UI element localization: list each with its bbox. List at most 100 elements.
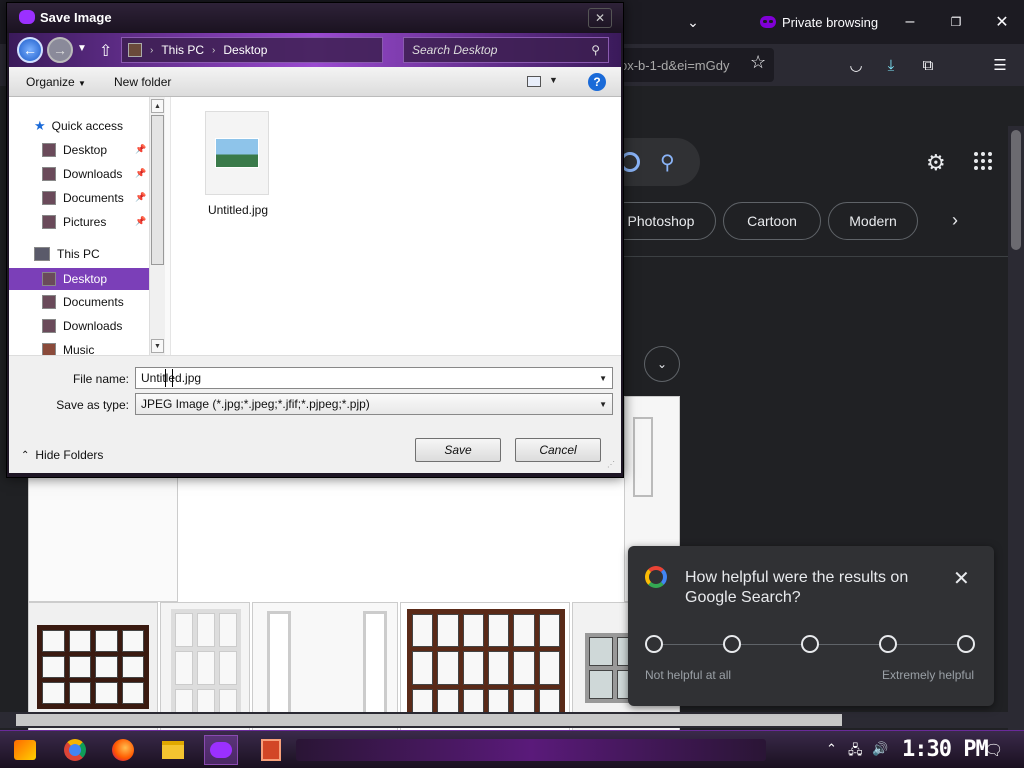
- resize-grip-icon[interactable]: ⋰: [607, 460, 615, 469]
- this-pc-icon: [128, 43, 142, 57]
- image-result[interactable]: [400, 602, 570, 730]
- rating-option-2[interactable]: [723, 635, 741, 653]
- save-type-select[interactable]: JPEG Image (*.jpg;*.jpeg;*.jfif;*.pjpeg;…: [135, 393, 613, 415]
- network-icon[interactable]: 🖧: [848, 741, 863, 763]
- taskbar-private-browser[interactable]: [204, 735, 238, 765]
- search-placeholder: Search Desktop: [412, 43, 498, 57]
- google-apps-icon[interactable]: [974, 152, 992, 170]
- up-arrow-icon[interactable]: ⇧: [99, 41, 112, 61]
- rating-option-1[interactable]: [645, 635, 663, 653]
- restore-button[interactable]: ❐: [944, 12, 968, 32]
- taskbar-powerpoint[interactable]: [254, 735, 288, 765]
- image-result[interactable]: [28, 602, 158, 730]
- downloads-icon[interactable]: ⤓: [880, 54, 902, 76]
- dialog-command-bar: Organize ▼ New folder ▼ ?: [9, 67, 621, 97]
- organize-button[interactable]: Organize ▼: [26, 75, 86, 89]
- breadcrumb-desktop[interactable]: Desktop: [223, 43, 267, 57]
- pocket-icon[interactable]: ◡: [845, 54, 867, 76]
- dialog-save-options: File name: Untitled.jpg ▼ Save as type: …: [9, 355, 621, 473]
- minimize-button[interactable]: –: [898, 12, 922, 32]
- private-mask-icon: [760, 16, 776, 28]
- tray-overflow-chevron-icon[interactable]: ⌃: [826, 741, 837, 757]
- chips-next-arrow-icon[interactable]: ›: [952, 210, 958, 231]
- feedback-question: How helpful were the results on Google S…: [685, 569, 909, 606]
- dialog-close-button[interactable]: ✕: [588, 8, 612, 28]
- nav-quick-desktop[interactable]: Desktop 📌: [9, 139, 149, 161]
- extensions-icon[interactable]: ⧉: [917, 54, 939, 76]
- folder-icon: [162, 741, 184, 759]
- menu-hamburger-icon[interactable]: ☰: [989, 54, 1011, 76]
- star-icon: ★: [34, 118, 46, 133]
- nav-pc-desktop[interactable]: Desktop: [9, 268, 149, 290]
- image-result[interactable]: [252, 602, 398, 730]
- save-button[interactable]: Save: [415, 438, 501, 462]
- address-breadcrumb[interactable]: › This PC › Desktop: [121, 37, 383, 63]
- settings-gear-icon[interactable]: ⚙: [926, 150, 946, 176]
- help-icon[interactable]: ?: [588, 73, 606, 91]
- google-search-icon[interactable]: ⚲: [660, 150, 675, 175]
- image-file-icon: [215, 138, 259, 168]
- chrome-icon: [64, 739, 86, 761]
- bookmark-star-icon[interactable]: ☆: [750, 52, 766, 73]
- change-view-icon[interactable]: [527, 76, 541, 87]
- file-name-input[interactable]: Untitled.jpg ▼: [135, 367, 613, 389]
- close-window-button[interactable]: ✕: [990, 12, 1014, 32]
- scroll-up-arrow-icon[interactable]: ▲: [151, 99, 164, 113]
- recent-locations-chevron-icon[interactable]: ▼: [77, 43, 87, 54]
- rating-option-3[interactable]: [801, 635, 819, 653]
- page-vertical-scrollbar[interactable]: [1008, 126, 1024, 730]
- nav-pc-music[interactable]: Music: [9, 339, 149, 355]
- nav-this-pc[interactable]: This PC: [9, 243, 149, 265]
- firefox-icon: [112, 739, 134, 761]
- cancel-button[interactable]: Cancel: [515, 438, 601, 462]
- nav-quick-access[interactable]: ★ Quick access: [9, 115, 149, 137]
- pictures-folder-icon: [42, 215, 56, 229]
- new-folder-button[interactable]: New folder: [114, 75, 171, 89]
- dialog-app-icon: [19, 10, 35, 24]
- powerpoint-icon: [261, 739, 281, 761]
- back-arrow-icon[interactable]: ←: [17, 37, 43, 63]
- breadcrumb-this-pc[interactable]: This PC: [161, 43, 204, 57]
- pin-icon: 📌: [135, 192, 147, 202]
- list-tabs-chevron-icon[interactable]: ⌄: [682, 12, 704, 32]
- scrollbar-thumb[interactable]: [151, 115, 164, 265]
- volume-icon[interactable]: 🔊: [872, 741, 888, 757]
- taskbar-clock[interactable]: 1:30 PM: [902, 737, 989, 762]
- start-button[interactable]: [8, 735, 42, 765]
- image-result[interactable]: [160, 602, 250, 730]
- nav-pc-downloads[interactable]: Downloads: [9, 315, 149, 337]
- rating-option-4[interactable]: [879, 635, 897, 653]
- text-cursor-icon: [165, 369, 173, 387]
- scroll-down-arrow-icon[interactable]: ▼: [151, 339, 164, 353]
- hide-folders-button[interactable]: ⌃ Hide Folders: [21, 448, 103, 462]
- notifications-icon[interactable]: 🗨: [984, 741, 1003, 759]
- search-input[interactable]: Search Desktop ⚲: [403, 37, 609, 63]
- taskbar-chrome[interactable]: [58, 735, 92, 765]
- forward-arrow-icon[interactable]: →: [47, 37, 73, 63]
- file-item-thumbnail[interactable]: [205, 111, 269, 195]
- feedback-close-icon[interactable]: ✕: [953, 566, 970, 591]
- rating-option-5[interactable]: [957, 635, 975, 653]
- nav-quick-pictures[interactable]: Pictures 📌: [9, 211, 149, 233]
- view-options-chevron-icon[interactable]: ▼: [549, 75, 558, 85]
- nav-quick-documents[interactable]: Documents 📌: [9, 187, 149, 209]
- nav-quick-downloads[interactable]: Downloads 📌: [9, 163, 149, 185]
- chip-cartoon[interactable]: Cartoon: [723, 202, 821, 240]
- breadcrumb-separator-icon: ›: [212, 44, 216, 56]
- dialog-titlebar[interactable]: Save Image ✕: [7, 3, 623, 33]
- file-item-name[interactable]: Untitled.jpg: [201, 203, 275, 217]
- taskbar: ⌃ 🖧 🔊 1:30 PM 🗨: [0, 730, 1024, 768]
- page-horizontal-scrollbar[interactable]: [0, 712, 1008, 728]
- dialog-navigation-bar: ← → ▼ ⇧ › This PC › Desktop Search Deskt…: [9, 33, 621, 67]
- file-name-history-chevron-icon[interactable]: ▼: [599, 374, 607, 383]
- url-bar[interactable]: ox-b-1-d&ei=mGdy: [600, 48, 774, 82]
- taskbar-firefox[interactable]: [106, 735, 140, 765]
- navigation-pane-scrollbar[interactable]: ▲ ▼: [149, 97, 165, 355]
- taskbar-file-explorer[interactable]: [156, 735, 190, 765]
- chip-modern[interactable]: Modern: [828, 202, 918, 240]
- expand-chevron-icon[interactable]: ⌄: [644, 346, 680, 382]
- rating-high-label: Extremely helpful: [882, 668, 975, 682]
- feedback-card: How helpful were the results on Google S…: [628, 546, 994, 706]
- save-image-dialog: Save Image ✕ ← → ▼ ⇧ › This PC › Desktop…: [6, 2, 624, 478]
- nav-pc-documents[interactable]: Documents: [9, 291, 149, 313]
